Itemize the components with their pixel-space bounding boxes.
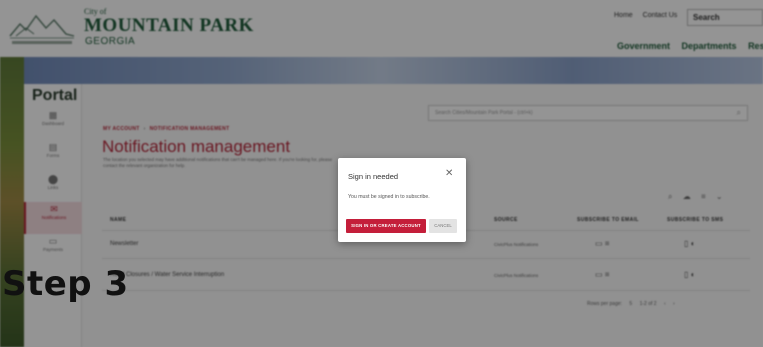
cancel-button[interactable]: CANCEL — [429, 219, 457, 233]
close-icon[interactable]: ✕ — [445, 169, 453, 179]
sign-in-dialog: Sign in needed ✕ You must be signed in t… — [338, 158, 466, 242]
dialog-title: Sign in needed — [348, 172, 399, 181]
step-label: Step 3 — [2, 264, 129, 304]
dialog-message: You must be signed in to subscribe. — [348, 194, 430, 200]
sign-in-button[interactable]: SIGN IN OR CREATE ACCOUNT — [346, 219, 426, 233]
